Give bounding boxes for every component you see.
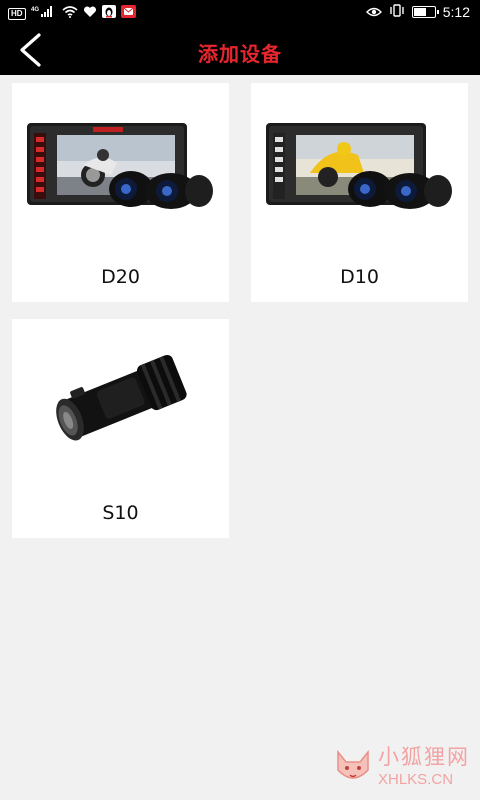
watermark-url: XHLKS.CN xyxy=(378,771,454,788)
vibrate-icon xyxy=(389,4,405,20)
network-type-label: 4G xyxy=(31,7,39,13)
watermark-title: 小狐狸网 xyxy=(378,745,470,769)
battery-icon xyxy=(411,6,439,18)
hd-badge: HD xyxy=(8,8,26,20)
device-image-d10 xyxy=(251,83,468,243)
device-card-d20[interactable]: D20 xyxy=(12,83,229,302)
eye-icon xyxy=(365,4,382,20)
mobile-signal-icon: 4G xyxy=(31,5,57,23)
device-image-s10 xyxy=(12,319,229,479)
navigation-bar: 添加设备 xyxy=(0,26,480,75)
wifi-icon xyxy=(62,5,78,23)
page-title: 添加设备 xyxy=(198,42,282,66)
penguin-app-icon xyxy=(101,5,116,23)
clock: 5:12 xyxy=(442,4,470,20)
dash-camera-image xyxy=(265,123,452,209)
device-image-d20 xyxy=(12,83,229,243)
dash-camera-image xyxy=(26,123,213,209)
device-name: D20 xyxy=(101,266,140,288)
device-name: D10 xyxy=(340,266,379,288)
message-app-icon xyxy=(120,5,136,23)
device-card-d10[interactable]: D10 xyxy=(251,83,468,302)
status-bar: HD 4G 5:12 xyxy=(0,0,480,26)
watermark: 小狐狸网 XHLKS.CN xyxy=(332,741,470,788)
fox-logo-icon xyxy=(337,749,369,779)
device-card-s10[interactable]: S10 xyxy=(12,319,229,538)
bullet-camera-image xyxy=(55,354,187,441)
heart-app-icon xyxy=(83,5,97,23)
device-name: S10 xyxy=(102,502,139,524)
battery-level-fill xyxy=(413,8,426,16)
